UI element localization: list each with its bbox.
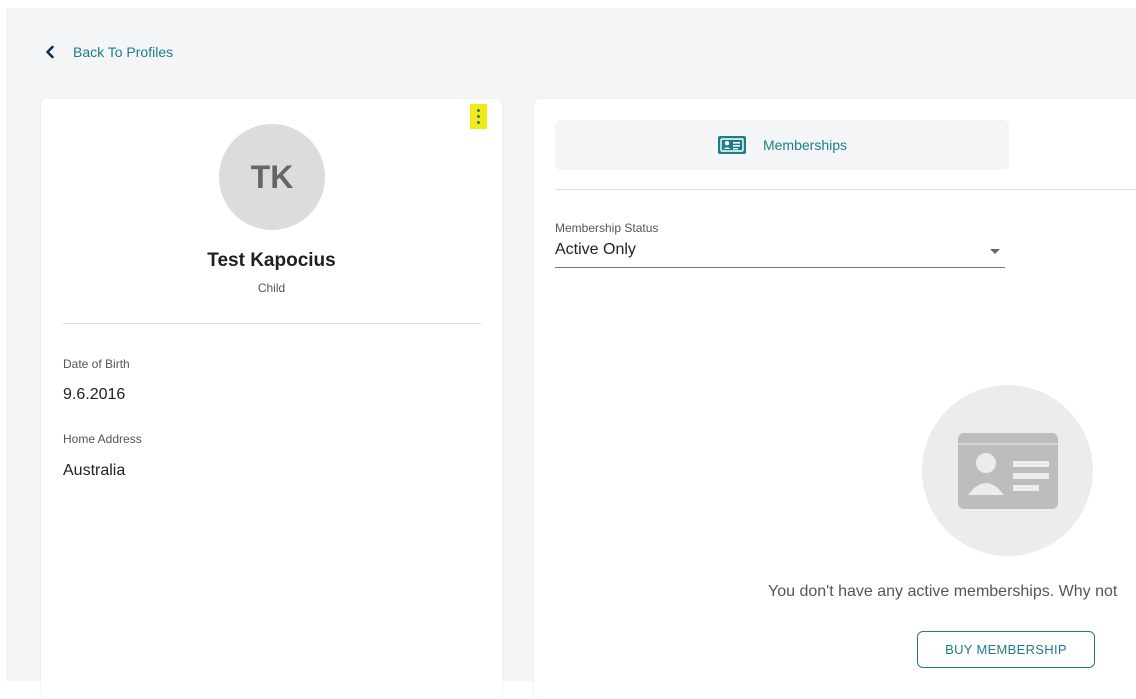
memberships-card: Memberships Membership Status Active Onl… bbox=[534, 99, 1136, 699]
membership-status-label: Membership Status bbox=[555, 221, 659, 235]
tab-memberships-label: Memberships bbox=[762, 137, 848, 153]
profile-divider bbox=[63, 323, 481, 324]
more-options-button[interactable] bbox=[470, 104, 487, 129]
tab-memberships[interactable]: Memberships bbox=[555, 120, 1009, 170]
profile-card: TK Test Kapocius Child Date of Birth 9.6… bbox=[41, 99, 502, 699]
profile-role: Child bbox=[257, 281, 286, 295]
home-address-value: Australia bbox=[63, 462, 126, 479]
date-of-birth-label: Date of Birth bbox=[63, 357, 130, 371]
empty-state-illustration bbox=[922, 385, 1093, 556]
avatar: TK bbox=[219, 124, 325, 230]
buy-membership-button[interactable]: BUY MEMBERSHIP bbox=[917, 631, 1095, 668]
back-link-label: Back To Profiles bbox=[73, 44, 174, 60]
profile-name: Test Kapocius bbox=[207, 250, 336, 271]
back-to-profiles-link[interactable]: Back To Profiles bbox=[45, 44, 173, 60]
membership-status-select[interactable]: Active Only bbox=[555, 239, 1005, 268]
dropdown-arrow-icon bbox=[990, 249, 1000, 254]
id-card-icon bbox=[957, 432, 1058, 509]
chevron-left-icon bbox=[46, 45, 54, 59]
avatar-initials: TK bbox=[250, 158, 294, 195]
id-card-icon bbox=[717, 136, 746, 154]
more-vertical-icon bbox=[477, 109, 480, 112]
memberships-divider bbox=[555, 189, 1136, 190]
membership-status-value: Active Only bbox=[555, 241, 636, 258]
date-of-birth-value: 9.6.2016 bbox=[63, 386, 126, 403]
empty-state-message: You don't have any active memberships. W… bbox=[768, 583, 1118, 600]
home-address-label: Home Address bbox=[63, 432, 142, 446]
